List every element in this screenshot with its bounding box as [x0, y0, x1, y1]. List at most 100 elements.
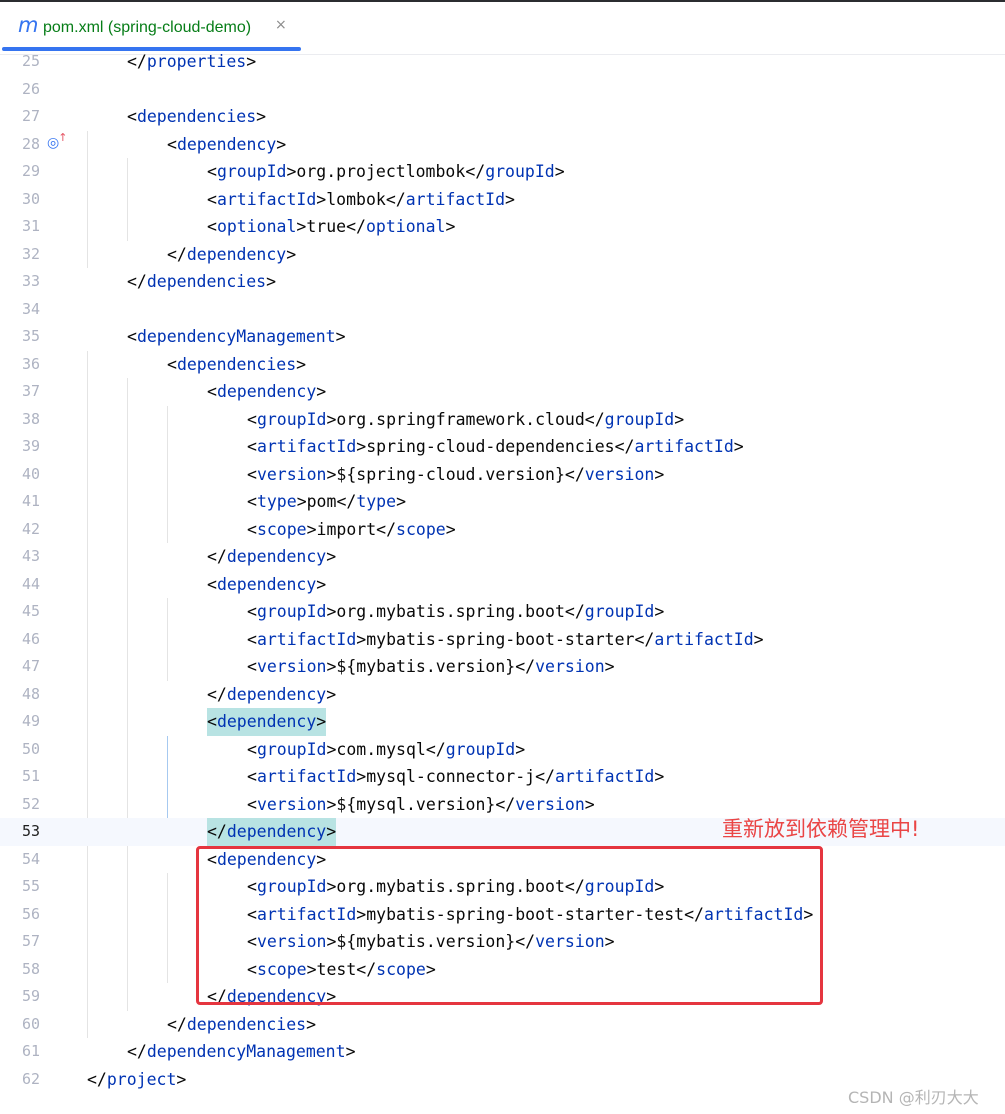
code-text: <dependencyManagement>	[127, 323, 346, 351]
code-line[interactable]: 50 <groupId>com.mysql</groupId>	[0, 736, 1005, 764]
xml-tag-name: artifactId	[405, 189, 506, 209]
code-line[interactable]: 28 ◎↑ <dependency>	[0, 131, 1005, 159]
code-line[interactable]: 61 </dependencyManagement>	[0, 1038, 1005, 1066]
line-number: 48	[21, 684, 40, 703]
code-line[interactable]: 49 <dependency>	[0, 708, 1005, 736]
xml-tag-name: version	[256, 464, 327, 484]
xml-bracket: <	[207, 574, 217, 594]
code-text: <artifactId>lombok</artifactId>	[207, 186, 515, 214]
xml-bracket: >	[316, 382, 327, 401]
xml-bracket: <	[167, 134, 177, 154]
line-number: 26	[21, 79, 40, 98]
xml-bracket: >	[306, 1014, 317, 1034]
line-number: 55	[21, 877, 40, 895]
code-line[interactable]: 60 </dependencies>	[0, 1011, 1005, 1039]
code-line[interactable]: 35 <dependencyManagement>	[0, 323, 1005, 351]
code-line[interactable]: 43 </dependency>	[0, 543, 1005, 571]
xml-tag-name: version	[515, 794, 585, 814]
code-text: <optional>true</optional>	[207, 213, 455, 241]
code-line[interactable]: 34	[0, 296, 1005, 324]
tab-label: pom.xml (spring-cloud-demo)	[43, 19, 252, 36]
line-number: 54	[21, 849, 40, 868]
code-line[interactable]: 39 <artifactId>spring-cloud-dependencies<…	[0, 433, 1005, 461]
xml-bracket: </	[127, 52, 147, 71]
xml-bracket: >	[326, 464, 337, 484]
xml-bracket: >	[654, 602, 665, 621]
xml-tag-name: project	[106, 1069, 177, 1089]
xml-bracket: </	[495, 794, 516, 814]
xml-tag-name: scope	[396, 519, 446, 539]
line-number: 44	[21, 574, 40, 593]
xml-bracket: >	[396, 492, 406, 511]
line-number: 31	[21, 217, 40, 235]
line-number: 59	[21, 987, 40, 1005]
xml-bracket: >	[326, 547, 337, 566]
xml-bracket: <	[247, 437, 257, 456]
xml-bracket: >	[345, 1042, 356, 1061]
xml-text: ${spring-cloud.version}	[336, 464, 565, 484]
code-text: </properties>	[127, 48, 256, 76]
code-line[interactable]: 31 <optional>true</optional>	[0, 213, 1005, 241]
code-text: <type>pom</type>	[247, 488, 406, 516]
code-text: </project>	[87, 1066, 186, 1094]
xml-bracket: <	[207, 712, 217, 731]
xml-bracket: >	[326, 794, 337, 814]
code-line[interactable]: 25 </properties>	[0, 48, 1005, 76]
code-line[interactable]: 42 <scope>import</scope>	[0, 516, 1005, 544]
code-line[interactable]: 32 </dependency>	[0, 241, 1005, 269]
code-line[interactable]: 36 <dependencies>	[0, 351, 1005, 379]
line-number: 40	[21, 464, 40, 483]
code-line[interactable]: 40 <version>${spring-cloud.version}</vers…	[0, 461, 1005, 489]
xml-text: com.mysql	[336, 739, 426, 759]
xml-bracket: <	[247, 409, 257, 429]
xml-text: org.springframework.cloud	[336, 409, 585, 429]
code-line[interactable]: 29 <groupId>org.projectlombok</groupId>	[0, 158, 1005, 186]
code-line[interactable]: 26	[0, 76, 1005, 104]
xml-tag-name: groupId	[604, 409, 675, 429]
line-number: 47	[21, 657, 40, 675]
line-number: 34	[21, 299, 40, 318]
xml-tag-name: version	[535, 657, 605, 676]
xml-tag-name: properties	[146, 52, 247, 71]
xml-bracket: </	[385, 189, 406, 209]
code-line[interactable]: 46 <artifactId>mybatis-spring-boot-starte…	[0, 626, 1005, 654]
override-gutter-icon[interactable]: ◎↑	[47, 131, 68, 151]
line-number: 35	[21, 327, 40, 345]
code-line[interactable]: 38 <groupId>org.springframework.cloud</gr…	[0, 406, 1005, 434]
code-line[interactable]: 30 <artifactId>lombok</artifactId>	[0, 186, 1005, 214]
xml-bracket: </	[465, 162, 486, 181]
xml-bracket: <	[167, 354, 177, 374]
line-number: 43	[21, 547, 40, 565]
close-icon[interactable]: ×	[275, 17, 287, 33]
code-line[interactable]: 45 <groupId>org.mybatis.spring.boot</grou…	[0, 598, 1005, 626]
code-line[interactable]: 33 </dependencies>	[0, 268, 1005, 296]
xml-tag-name: dependencyManagement	[136, 327, 336, 346]
xml-tag-name: dependencies	[186, 1014, 307, 1034]
xml-bracket: <	[247, 602, 257, 621]
xml-bracket: <	[127, 107, 137, 126]
xml-tag-name: version	[256, 794, 327, 814]
code-line[interactable]: 51 <artifactId>mysql-connector-j</artifac…	[0, 763, 1005, 791]
tab-pom-xml[interactable]: m pom.xml (spring-cloud-demo) ×	[0, 2, 302, 54]
xml-bracket: </	[614, 437, 635, 456]
xml-bracket: <	[247, 794, 257, 814]
code-line[interactable]: 44 <dependency>	[0, 571, 1005, 599]
xml-bracket: </	[167, 1014, 187, 1034]
code-line[interactable]: 27 <dependencies>	[0, 103, 1005, 131]
xml-tag-name: dependencyManagement	[146, 1042, 346, 1061]
xml-bracket: >	[356, 629, 367, 649]
xml-bracket: >	[276, 134, 287, 154]
code-line[interactable]: 41 <type>pom</type>	[0, 488, 1005, 516]
xml-bracket: <	[207, 382, 217, 401]
xml-tag-name: groupId	[485, 162, 555, 181]
xml-bracket: >	[266, 272, 277, 291]
code-line[interactable]: 37 <dependency>	[0, 378, 1005, 406]
code-text: <version>${mybatis.version}</version>	[247, 653, 615, 681]
code-line[interactable]: 47 <version>${mybatis.version}</version>	[0, 653, 1005, 681]
xml-bracket: >	[296, 492, 307, 511]
code-line[interactable]: 48 </dependency>	[0, 681, 1005, 709]
xml-bracket: >	[296, 217, 307, 236]
xml-tag-name: groupId	[256, 409, 327, 429]
xml-bracket: <	[127, 327, 137, 346]
line-number: 45	[21, 602, 40, 620]
